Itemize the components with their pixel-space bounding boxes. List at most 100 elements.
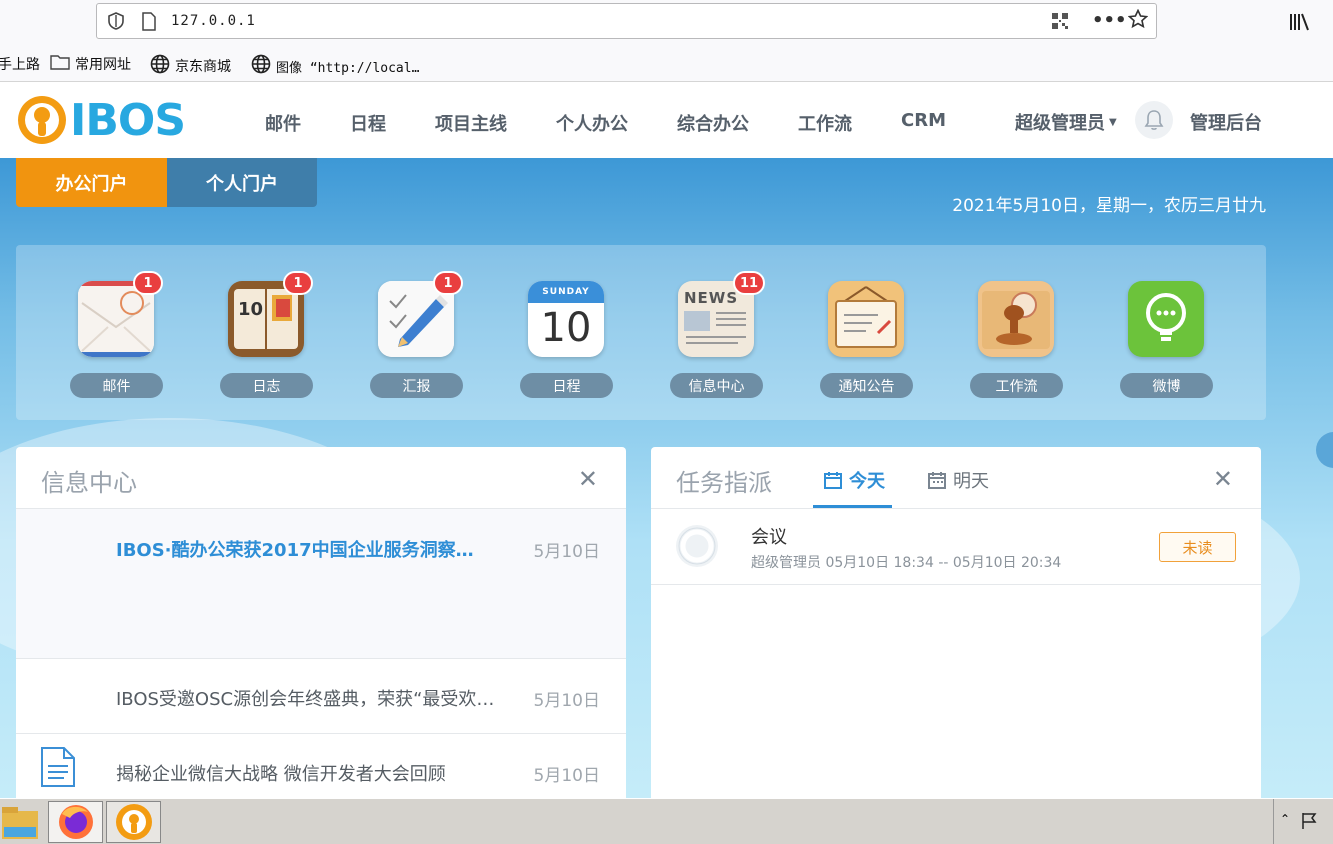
os-taskbar: ⌃ — [0, 798, 1333, 844]
notice-icon — [828, 281, 904, 357]
app-mail[interactable]: 1 邮件 — [69, 271, 164, 401]
news-title[interactable]: IBOS受邀OSC源创会年终盛典，荣获“最受欢迎… — [116, 685, 501, 711]
svg-text:10: 10 — [238, 299, 263, 320]
app-label: 通知公告 — [820, 373, 913, 398]
weibo-icon — [1128, 281, 1204, 357]
tab-today[interactable]: 今天 — [823, 467, 885, 493]
bookmark-label: 京东商城 — [175, 59, 231, 75]
file-explorer-icon[interactable] — [0, 803, 40, 844]
qr-code-icon[interactable] — [1051, 12, 1069, 34]
bookmark-label: 手上路 — [0, 57, 40, 73]
bookmark-item[interactable]: 手上路 — [0, 54, 40, 74]
ibos-logo[interactable]: IBOS — [16, 94, 186, 146]
browser-toolbar: 127.0.0.1 ••• — [0, 0, 1333, 44]
card-header: 信息中心 ✕ — [16, 447, 626, 509]
task-card: 任务指派 今天 明天 ✕ 会议 超级管理员 05月10日 18:34 -- 05… — [651, 447, 1261, 798]
news-title[interactable]: IBOS·酷办公荣获2017中国企业服务洞察… — [116, 536, 501, 562]
main-nav: 邮件 日程 项目主线 个人办公 综合办公 工作流 CRM — [265, 110, 946, 136]
nav-workflow[interactable]: 工作流 — [798, 110, 852, 136]
avatar — [675, 524, 719, 572]
news-item[interactable]: 揭秘企业微信大战略 微信开发者大会回顾 5月10日 — [16, 734, 626, 798]
user-name: 超级管理员 — [1015, 113, 1105, 134]
globe-icon — [150, 54, 170, 78]
app-diary[interactable]: 10 1 日志 — [219, 271, 314, 401]
task-item[interactable]: 会议 超级管理员 05月10日 18:34 -- 05月10日 20:34 未读 — [651, 509, 1261, 585]
nav-crm[interactable]: CRM — [901, 110, 946, 136]
tray-expand-icon[interactable]: ⌃ — [1280, 812, 1290, 826]
app-launcher: 1 邮件 10 1 日志 1 汇报 SUNDAY 10 日程 NEWS 11 信… — [16, 245, 1266, 420]
nav-personal-office[interactable]: 个人办公 — [556, 110, 628, 136]
app-calendar[interactable]: SUNDAY 10 日程 — [519, 271, 614, 401]
tab-label: 明天 — [953, 471, 989, 492]
portal-tabs: 办公门户 个人门户 — [16, 158, 317, 207]
tab-personal-portal[interactable]: 个人门户 — [167, 158, 317, 207]
firefox-icon — [58, 805, 93, 839]
task-title[interactable]: 会议 — [751, 523, 787, 549]
close-icon[interactable]: ✕ — [1213, 465, 1233, 493]
globe-icon — [251, 54, 271, 78]
bookmark-label: 常用网址 — [75, 57, 131, 73]
nav-mail[interactable]: 邮件 — [265, 110, 301, 136]
stamp-icon — [978, 281, 1054, 357]
tab-office-portal[interactable]: 办公门户 — [16, 158, 167, 207]
app-label: 工作流 — [970, 373, 1063, 398]
unread-badge: 11 — [733, 271, 766, 295]
app-notice[interactable]: 通知公告 — [819, 271, 914, 401]
flag-icon[interactable] — [1300, 811, 1320, 835]
app-workflow[interactable]: 工作流 — [969, 271, 1064, 401]
date-display: 2021年5月10日，星期一，农历三月廿九 — [952, 196, 1266, 216]
more-icon[interactable]: ••• — [1092, 10, 1127, 31]
nav-schedule[interactable]: 日程 — [350, 110, 386, 136]
address-bar[interactable]: 127.0.0.1 ••• — [96, 3, 1157, 39]
calendar-icon: SUNDAY 10 — [528, 281, 604, 357]
bookmark-item[interactable]: 图像 “http://local… — [251, 54, 419, 78]
shield-icon[interactable] — [107, 12, 125, 34]
tab-tomorrow[interactable]: 明天 — [927, 467, 989, 493]
news-item[interactable]: IBOS受邀OSC源创会年终盛典，荣获“最受欢迎… 5月10日 — [16, 659, 626, 734]
card-header: 任务指派 今天 明天 ✕ — [651, 447, 1261, 509]
back-to-top-button[interactable] — [1316, 432, 1333, 468]
unread-badge: 1 — [283, 271, 313, 295]
calendar-weekday: SUNDAY — [528, 281, 604, 303]
info-center-card: 信息中心 ✕ IBOS·酷办公荣获2017中国企业服务洞察… 5月10日 IBO… — [16, 447, 626, 798]
library-icon[interactable] — [1289, 12, 1311, 36]
bookmark-star-icon[interactable] — [1127, 8, 1149, 33]
portal-main: 办公门户 个人门户 2021年5月10日，星期一，农历三月廿九 1 邮件 10 … — [0, 158, 1333, 798]
document-icon — [40, 746, 76, 792]
tab-label: 今天 — [849, 471, 885, 492]
bookmark-item[interactable]: 京东商城 — [150, 54, 231, 78]
task-meta: 超级管理员 05月10日 18:34 -- 05月10日 20:34 — [751, 555, 1062, 571]
app-label: 微博 — [1120, 373, 1213, 398]
notification-button[interactable] — [1135, 101, 1173, 139]
news-title[interactable]: 揭秘企业微信大战略 微信开发者大会回顾 — [116, 760, 501, 786]
close-icon[interactable]: ✕ — [578, 465, 598, 493]
page-icon — [141, 12, 157, 35]
news-date: 5月10日 — [533, 542, 600, 562]
bookmark-label: 图像 “http://local… — [276, 60, 420, 76]
status-badge: 未读 — [1159, 532, 1236, 562]
caret-down-icon: ▼ — [1109, 116, 1117, 128]
calendar-day-number: 10 — [540, 305, 592, 351]
card-title: 信息中心 — [41, 469, 137, 497]
news-item[interactable]: IBOS·酷办公荣获2017中国企业服务洞察… 5月10日 — [16, 509, 626, 659]
site-header: IBOS 邮件 日程 项目主线 个人办公 综合办公 工作流 CRM 超级管理员 … — [0, 82, 1333, 158]
app-label: 日程 — [520, 373, 613, 398]
card-title: 任务指派 — [676, 469, 772, 497]
app-weibo[interactable]: 微博 — [1119, 271, 1214, 401]
bookmark-folder[interactable]: 常用网址 — [50, 54, 131, 74]
user-menu[interactable]: 超级管理员 ▼ — [1015, 109, 1117, 135]
nav-project[interactable]: 项目主线 — [435, 110, 507, 136]
news-date: 5月10日 — [533, 691, 600, 711]
logo-text: IBOS — [70, 94, 186, 146]
admin-link[interactable]: 管理后台 — [1190, 109, 1262, 135]
url-text[interactable]: 127.0.0.1 — [171, 13, 256, 29]
firefox-taskbar-button[interactable] — [48, 801, 103, 843]
ibos-app-icon — [115, 804, 152, 840]
ibos-taskbar-button[interactable] — [106, 801, 161, 843]
bell-icon — [1144, 110, 1164, 130]
app-report[interactable]: 1 汇报 — [369, 271, 464, 401]
unread-badge: 1 — [433, 271, 463, 295]
nav-general-office[interactable]: 综合办公 — [677, 110, 749, 136]
app-label: 邮件 — [70, 373, 163, 398]
app-info-center[interactable]: NEWS 11 信息中心 — [669, 271, 766, 401]
